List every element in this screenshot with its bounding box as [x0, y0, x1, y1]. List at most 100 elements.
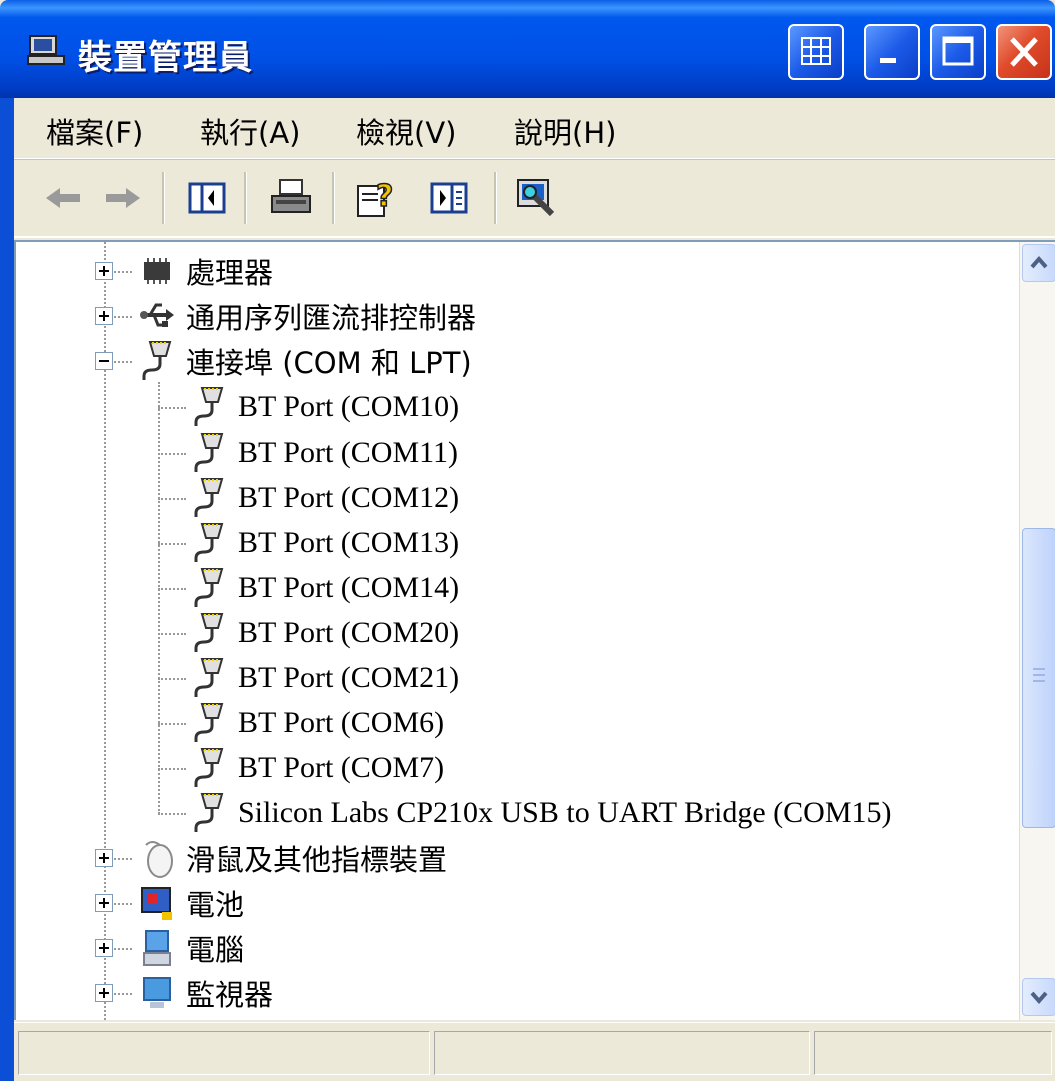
port-icon — [194, 433, 224, 472]
port-icon — [194, 613, 224, 652]
tree-node-port-item[interactable]: BT Port (COM11) — [188, 430, 458, 476]
port-icon — [194, 703, 224, 742]
scroll-thumb[interactable] — [1022, 528, 1055, 828]
tree-node-port-item[interactable]: BT Port (COM12) — [188, 475, 459, 521]
maximize-button[interactable] — [930, 24, 986, 80]
tree-connector — [158, 723, 186, 725]
tree-node-label: 電池 — [186, 888, 245, 922]
tree-connector — [158, 407, 186, 409]
window-menu-button[interactable] — [788, 24, 844, 80]
device-manager-icon — [27, 35, 65, 65]
status-panel — [18, 1031, 430, 1075]
maximize-icon — [942, 36, 974, 66]
status-panel — [814, 1031, 1052, 1075]
port-label: BT Port (COM7) — [238, 751, 445, 784]
tree-connector — [114, 361, 132, 363]
menu-help[interactable]: 說明(H) — [514, 110, 616, 152]
tree-connector — [158, 813, 186, 815]
back-arrow-icon[interactable] — [40, 176, 86, 220]
tree-node-ports[interactable]: 連接埠 (COM 和 LPT) — [136, 338, 472, 384]
help-icon[interactable]: ? — [354, 176, 400, 220]
title-bar[interactable]: 裝置管理員 — [0, 0, 1055, 98]
tree-node-port-item[interactable]: BT Port (COM7) — [188, 745, 444, 791]
tree-node-label: 處理器 — [186, 256, 274, 290]
port-label: Silicon Labs CP210x USB to UART Bridge (… — [238, 796, 892, 829]
tree-node-label: 通用序列匯流排控制器 — [186, 301, 477, 335]
computer-icon — [143, 930, 171, 966]
expand-toggle[interactable] — [95, 984, 113, 1002]
tree-node-port-item[interactable]: Silicon Labs CP210x USB to UART Bridge (… — [188, 790, 892, 836]
tree-node-label: 電腦 — [186, 933, 245, 967]
port-label: BT Port (COM11) — [238, 436, 459, 469]
minimize-icon — [880, 58, 896, 63]
usb-icon — [140, 303, 174, 327]
device-manager-window: 裝置管理員 檔案(F) 執行(A) 檢視(V) 說明(H) ? 處理器 通用序列… — [0, 0, 1055, 1081]
tree-connector — [114, 903, 132, 905]
port-icon — [194, 793, 224, 832]
scan-hardware-icon[interactable] — [514, 176, 560, 220]
tree-node-usb-controllers[interactable]: 通用序列匯流排控制器 — [136, 293, 476, 339]
toolbar: ? — [0, 159, 1055, 238]
device-tree[interactable]: 處理器 通用序列匯流排控制器 連接埠 (COM 和 LPT) BT Port (… — [16, 242, 1006, 1020]
minimize-button[interactable] — [864, 24, 920, 80]
tree-node-monitors[interactable]: 監視器 — [136, 970, 273, 1016]
toolbar-separator — [494, 172, 497, 224]
tree-connector — [158, 588, 186, 590]
tree-node-port-item[interactable]: BT Port (COM21) — [188, 655, 459, 701]
port-label: BT Port (COM6) — [238, 706, 445, 739]
menu-bar: 檔案(F) 執行(A) 檢視(V) 說明(H) — [0, 98, 1055, 159]
show-hide-tree-icon[interactable] — [184, 176, 230, 220]
port-label: BT Port (COM13) — [238, 526, 460, 559]
properties-icon[interactable] — [426, 176, 472, 220]
tree-node-batteries[interactable]: 電池 — [136, 880, 244, 926]
window-title: 裝置管理員 — [78, 38, 253, 78]
expand-toggle[interactable] — [95, 307, 113, 325]
chevron-up-icon — [1030, 255, 1048, 269]
tree-connector — [114, 948, 132, 950]
tree-node-computer[interactable]: 電腦 — [136, 925, 244, 971]
port-label: BT Port (COM14) — [238, 571, 460, 604]
collapse-toggle[interactable] — [95, 352, 113, 370]
expand-toggle[interactable] — [95, 849, 113, 867]
tree-node-mice[interactable]: 滑鼠及其他指標裝置 — [136, 835, 447, 881]
tree-connector — [158, 498, 186, 500]
port-icon — [194, 568, 224, 607]
close-button[interactable] — [996, 24, 1052, 80]
expand-toggle[interactable] — [95, 262, 113, 280]
tree-node-port-item[interactable]: BT Port (COM14) — [188, 565, 459, 611]
tree-node-port-item[interactable]: BT Port (COM20) — [188, 610, 459, 656]
tree-node-port-item[interactable]: BT Port (COM10) — [188, 384, 459, 430]
port-label: BT Port (COM10) — [238, 390, 460, 423]
expand-toggle[interactable] — [95, 894, 113, 912]
scroll-down-button[interactable] — [1022, 978, 1055, 1016]
tree-connector — [114, 993, 132, 995]
tree-connector — [114, 858, 132, 860]
expand-toggle[interactable] — [95, 939, 113, 957]
tree-connector — [158, 633, 186, 635]
tree-node-port-item[interactable]: BT Port (COM13) — [188, 520, 459, 566]
vertical-scrollbar[interactable] — [1019, 242, 1055, 1020]
tree-node-label: 監視器 — [186, 978, 274, 1012]
menu-file[interactable]: 檔案(F) — [46, 110, 143, 152]
tree-connector — [158, 453, 186, 455]
mouse-icon — [145, 841, 173, 878]
port-label: BT Port (COM21) — [238, 661, 460, 694]
tree-node-processor[interactable]: 處理器 — [136, 248, 273, 294]
print-icon[interactable] — [268, 176, 314, 220]
device-tree-pane: 處理器 通用序列匯流排控制器 連接埠 (COM 和 LPT) BT Port (… — [14, 240, 1055, 1020]
toolbar-separator — [162, 172, 165, 224]
tree-connector — [158, 382, 160, 814]
window-frame — [0, 98, 14, 1081]
battery-icon — [141, 887, 172, 920]
tree-connector — [158, 543, 186, 545]
grip-icon — [1033, 668, 1045, 682]
close-icon — [1010, 37, 1038, 67]
port-icon — [194, 748, 224, 787]
port-icon — [194, 387, 224, 426]
menu-view[interactable]: 檢視(V) — [356, 110, 456, 152]
port-label: BT Port (COM12) — [238, 481, 460, 514]
scroll-up-button[interactable] — [1022, 244, 1055, 282]
menu-action[interactable]: 執行(A) — [200, 110, 300, 152]
tree-node-port-item[interactable]: BT Port (COM6) — [188, 700, 444, 746]
forward-arrow-icon[interactable] — [100, 176, 146, 220]
